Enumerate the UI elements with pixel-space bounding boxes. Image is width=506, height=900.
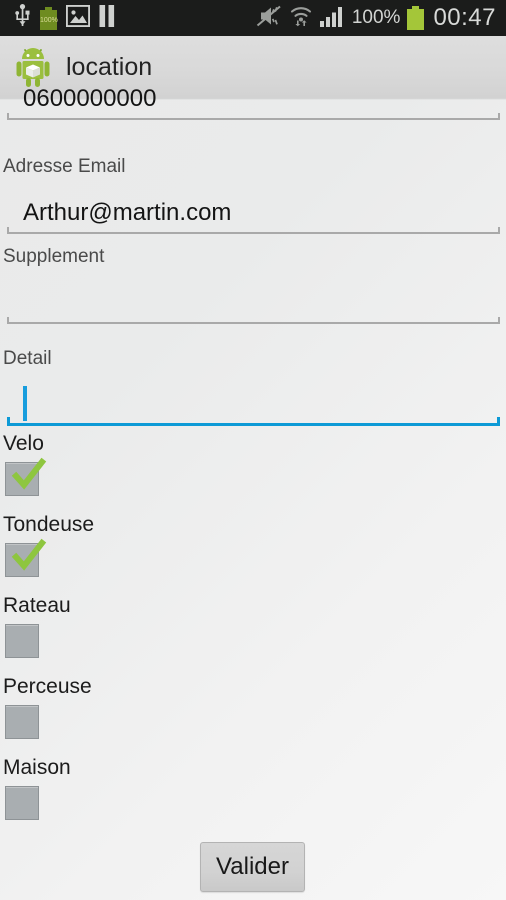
- status-bar-right-icons: 100% 00:47: [256, 4, 496, 32]
- supplement-input[interactable]: [7, 280, 500, 324]
- clock-label: 00:47: [433, 4, 496, 31]
- checkbox-row-velo: Velo: [0, 432, 506, 496]
- signal-bars-icon: [319, 5, 345, 32]
- phone-input[interactable]: 0600000000: [7, 76, 500, 120]
- email-input[interactable]: Arthur@martin.com: [7, 190, 500, 234]
- checkbox-velo[interactable]: [5, 457, 47, 496]
- app-screen: 100% 100% 00:47 location 0600000000 Adre…: [0, 0, 506, 900]
- checkbox-row-perceuse: Perceuse: [0, 675, 506, 739]
- checkbox-label-perceuse: Perceuse: [3, 675, 92, 698]
- input-underline: [7, 322, 500, 324]
- checkbox-label-rateau: Rateau: [3, 594, 71, 617]
- text-caret: [23, 386, 27, 421]
- checkbox-maison[interactable]: [5, 786, 39, 820]
- pause-icon: [99, 4, 115, 32]
- phone-field-group: 0600000000: [0, 76, 506, 120]
- status-bar: 100% 100% 00:47: [0, 0, 506, 36]
- detail-label: Detail: [3, 348, 52, 369]
- supplement-label: Supplement: [3, 246, 105, 267]
- status-bar-left-icons: 100%: [14, 3, 115, 33]
- supplement-field-group: Supplement: [0, 246, 506, 324]
- email-label: Adresse Email: [3, 156, 126, 177]
- checkbox-row-rateau: Rateau: [0, 594, 506, 658]
- email-field-group: Adresse Email Arthur@martin.com: [0, 156, 506, 234]
- checkbox-row-maison: Maison: [0, 756, 506, 820]
- battery-percent-label: 100%: [351, 7, 401, 28]
- checkbox-rateau[interactable]: [5, 624, 39, 658]
- wifi-transfer-icon: [289, 4, 313, 32]
- battery-icon: [407, 6, 425, 30]
- battery-charging-icon: 100%: [40, 6, 58, 30]
- detail-input[interactable]: [7, 382, 500, 426]
- usb-icon: [14, 3, 31, 33]
- phone-input-value: 0600000000: [23, 85, 157, 112]
- check-mark-icon: [8, 537, 48, 577]
- detail-field-group: Detail: [0, 348, 506, 426]
- submit-button[interactable]: Valider: [200, 842, 305, 892]
- email-input-value: Arthur@martin.com: [23, 199, 232, 226]
- checkbox-label-tondeuse: Tondeuse: [3, 513, 95, 536]
- check-mark-icon: [8, 456, 48, 496]
- image-icon: [65, 4, 91, 32]
- checkbox-label-maison: Maison: [3, 756, 71, 779]
- input-underline: [7, 423, 500, 426]
- form-container: 0600000000 Adresse Email Arthur@martin.c…: [0, 85, 506, 900]
- checkbox-row-tondeuse: Tondeuse: [0, 513, 506, 577]
- checkbox-tondeuse[interactable]: [5, 538, 47, 577]
- checkbox-label-velo: Velo: [3, 432, 44, 455]
- mute-vibrate-icon: [256, 5, 282, 32]
- input-underline: [7, 232, 500, 234]
- battery-left-percent-label: 100%: [40, 16, 58, 24]
- input-underline: [7, 118, 500, 120]
- checkbox-perceuse[interactable]: [5, 705, 39, 739]
